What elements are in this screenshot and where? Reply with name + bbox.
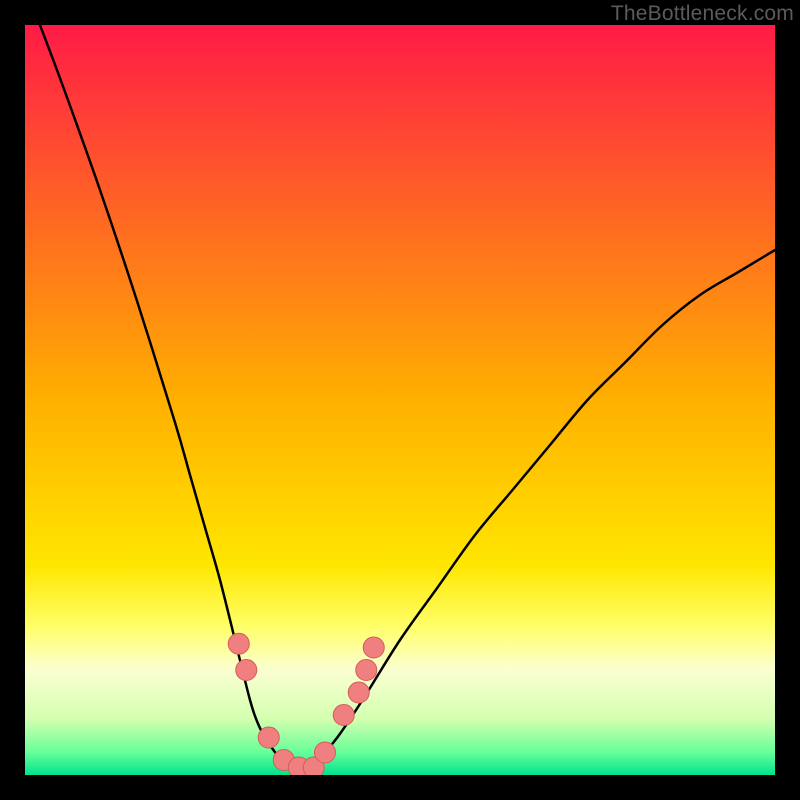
heatmap-background	[25, 25, 775, 775]
data-marker	[333, 705, 354, 726]
chart-svg	[25, 25, 775, 775]
data-marker	[315, 742, 336, 763]
data-marker	[228, 633, 249, 654]
data-marker	[236, 660, 257, 681]
data-marker	[356, 660, 377, 681]
watermark-text: TheBottleneck.com	[611, 2, 794, 26]
data-marker	[363, 637, 384, 658]
data-marker	[348, 682, 369, 703]
data-marker	[258, 727, 279, 748]
chart-plot-area	[25, 25, 775, 775]
